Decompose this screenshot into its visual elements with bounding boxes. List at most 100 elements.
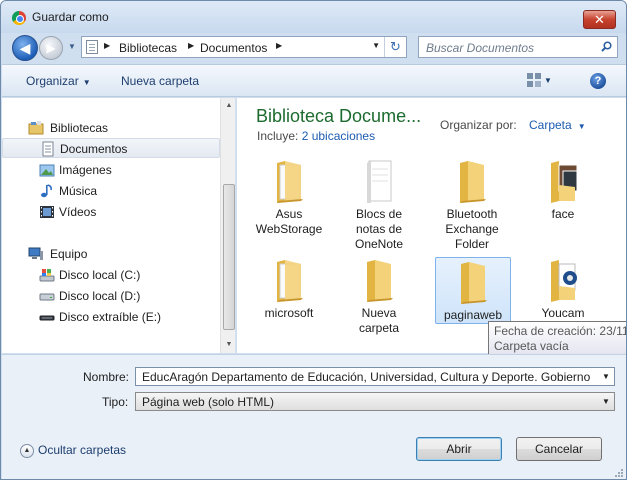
forward-button[interactable]: ▶ (39, 36, 63, 60)
save-options: Nombre: EducAragón Departamento de Educa… (2, 354, 626, 479)
sidebar-item-label: Documentos (60, 142, 128, 156)
arrange-by-label: Organizar por: (440, 118, 517, 132)
save-as-dialog: Guardar como ✕ ◀ ▶ ▼ ▶ Bibliotecas ▶ Doc… (0, 0, 627, 480)
breadcrumb-documentos[interactable]: Documentos (200, 41, 267, 55)
media-folder-icon (551, 260, 577, 302)
chrome-icon (12, 11, 26, 25)
address-bar[interactable]: ▶ Bibliotecas ▶ Documentos ▶ ▼ ↻ (81, 36, 407, 58)
filename-value: EducAragón Departamento de Educación, Un… (142, 370, 591, 384)
chevron-down-icon[interactable]: ▼ (372, 41, 380, 50)
sidebar-item-label: Bibliotecas (50, 121, 109, 135)
file-item[interactable]: paginaweb (435, 257, 511, 324)
file-item[interactable]: microsoft (251, 256, 327, 321)
sidebar-item-equipo[interactable]: Equipo (2, 244, 220, 264)
includes-link[interactable]: 2 ubicaciones (302, 129, 375, 143)
file-item[interactable]: Bluetooth Exchange Folder (434, 157, 510, 252)
type-label: Tipo: (102, 395, 129, 409)
search-icon[interactable] (601, 41, 612, 52)
file-item[interactable]: Nueva carpeta (341, 256, 417, 336)
scroll-up-icon[interactable]: ▲ (221, 98, 235, 114)
close-button[interactable]: ✕ (583, 10, 616, 29)
tooltip-date: Fecha de creación: 23/11/ (494, 324, 627, 338)
video-icon (40, 206, 54, 218)
file-label: Bluetooth Exchange Folder (445, 207, 499, 251)
document-icon (42, 141, 54, 157)
chevron-down-icon: ▼ (82, 78, 91, 87)
scroll-down-icon[interactable]: ▼ (221, 337, 235, 353)
arrange-by-dropdown[interactable]: Carpeta ▼ (529, 118, 586, 132)
chevron-down-icon[interactable]: ▼ (598, 368, 614, 385)
library-includes: Incluye: 2 ubicaciones (257, 129, 375, 143)
file-item[interactable]: face (525, 157, 601, 222)
drive-icon (39, 293, 55, 301)
chevron-right-icon[interactable]: ▶ (276, 41, 282, 50)
name-label: Nombre: (83, 370, 130, 384)
folder-icon (460, 161, 486, 203)
title-bar: Guardar como ✕ (1, 1, 626, 33)
file-item[interactable]: Asus WebStorage (251, 157, 327, 237)
sidebar-item-label: Disco local (D:) (59, 289, 141, 303)
folder-icon (367, 260, 393, 302)
new-folder-button[interactable]: Nueva carpeta (121, 74, 199, 88)
file-label: Nueva carpeta (358, 306, 400, 335)
search-placeholder: Buscar Documentos (426, 41, 535, 55)
file-label: microsoft (264, 306, 314, 320)
folder-icon (277, 260, 303, 302)
image-icon (39, 164, 55, 177)
chevron-down-icon: ▼ (577, 122, 586, 131)
includes-label: Incluye: (257, 129, 299, 143)
navigation-pane: Bibliotecas Documentos Imágenes Música V… (2, 98, 236, 353)
drive-c-icon (39, 269, 55, 282)
arrange-by-value: Carpeta (529, 118, 572, 132)
chevron-up-icon: ▲ (20, 443, 34, 458)
hide-folders-label: Ocultar carpetas (38, 443, 127, 457)
file-item[interactable]: Blocs de notas de OneNote (341, 157, 417, 252)
sidebar-item-label: Equipo (50, 247, 88, 261)
recent-pages-icon[interactable]: ▼ (67, 42, 77, 52)
chevron-down-icon[interactable]: ▼ (598, 393, 614, 410)
sidebar-item-musica[interactable]: Música (2, 181, 220, 201)
nav-scrollbar[interactable]: ▲ ▼ (220, 98, 235, 353)
hide-folders-toggle[interactable]: ▲ Ocultar carpetas (20, 443, 126, 458)
image-folder-icon (551, 161, 578, 203)
chevron-down-icon[interactable]: ▼ (544, 76, 552, 85)
file-type-value: Página web (solo HTML) (142, 395, 275, 409)
computer-icon (28, 247, 43, 260)
cancel-button[interactable]: Cancelar (516, 437, 602, 461)
file-item[interactable]: Youcam (525, 256, 601, 321)
chevron-right-icon[interactable]: ▶ (188, 41, 194, 50)
file-label: face (551, 207, 575, 221)
back-button[interactable]: ◀ (12, 35, 38, 61)
file-label: Youcam (541, 306, 585, 320)
sidebar-item-label: Vídeos (59, 205, 97, 219)
search-input[interactable]: Buscar Documentos (418, 36, 618, 58)
file-type-select[interactable]: Página web (solo HTML) ▼ (135, 392, 615, 411)
file-label: Blocs de notas de OneNote (354, 207, 404, 251)
filename-field[interactable]: EducAragón Departamento de Educación, Un… (135, 367, 615, 386)
sidebar-item-imagenes[interactable]: Imágenes (2, 160, 220, 180)
organize-label: Organizar (26, 74, 79, 88)
sidebar-item-documentos[interactable]: Documentos (2, 138, 220, 158)
help-button[interactable]: ? (590, 73, 606, 89)
library-page-icon (86, 40, 98, 54)
sidebar-item-videos[interactable]: Vídeos (2, 202, 220, 222)
sidebar-item-disco-c[interactable]: Disco local (C:) (2, 265, 220, 285)
organize-menu[interactable]: Organizar ▼ (26, 74, 91, 88)
chevron-right-icon[interactable]: ▶ (104, 41, 110, 50)
open-button[interactable]: Abrir (416, 437, 502, 461)
sidebar-item-label: Música (59, 184, 98, 198)
breadcrumb-bibliotecas[interactable]: Bibliotecas (119, 41, 177, 55)
sidebar-item-bibliotecas[interactable]: Bibliotecas (2, 118, 220, 138)
sidebar-item-label: Imágenes (59, 163, 112, 177)
sidebar-item-disco-d[interactable]: Disco local (D:) (2, 286, 220, 306)
scrollbar-thumb[interactable] (223, 184, 235, 330)
resize-grip-icon[interactable] (614, 468, 624, 478)
library-icon (28, 121, 44, 135)
notebook-folder-icon (367, 160, 392, 203)
command-bar: Organizar ▼ Nueva carpeta ▼ ? (2, 64, 626, 97)
file-label: Asus WebStorage (255, 207, 323, 236)
sidebar-item-disco-e[interactable]: Disco extraíble (E:) (2, 307, 220, 327)
view-options-icon[interactable] (527, 73, 541, 87)
removable-drive-icon (39, 315, 55, 321)
refresh-button[interactable]: ↻ (384, 37, 406, 57)
